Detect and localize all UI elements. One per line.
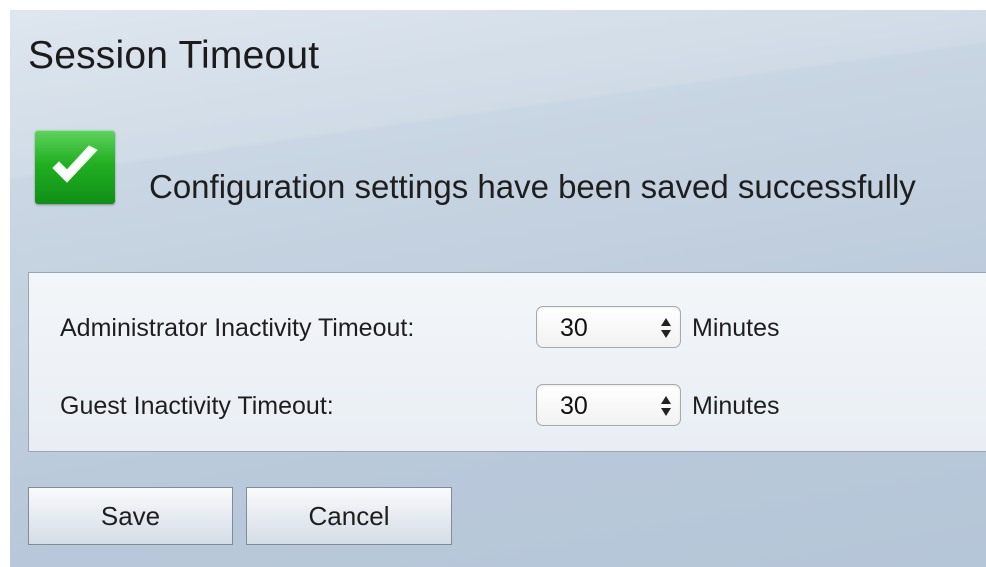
guest-timeout-label: Guest Inactivity Timeout:: [60, 392, 334, 420]
cancel-button[interactable]: Cancel: [246, 487, 452, 545]
up-down-arrows-icon[interactable]: [660, 316, 672, 340]
admin-timeout-unit: Minutes: [692, 314, 780, 342]
page-title: Session Timeout: [28, 34, 320, 77]
guest-timeout-unit: Minutes: [692, 392, 780, 420]
admin-timeout-stepper[interactable]: 30: [536, 306, 681, 348]
session-timeout-page: Session Timeout Configuration settings h…: [10, 10, 986, 567]
guest-timeout-stepper[interactable]: 30: [536, 384, 681, 426]
admin-timeout-label: Administrator Inactivity Timeout:: [60, 314, 415, 342]
guest-timeout-row: Guest Inactivity Timeout: 30 Minutes: [29, 384, 986, 428]
checkmark-icon: [35, 130, 115, 204]
admin-timeout-row: Administrator Inactivity Timeout: 30 Min…: [29, 306, 986, 350]
up-down-arrows-icon[interactable]: [660, 394, 672, 418]
admin-timeout-value: 30: [560, 314, 588, 342]
timeout-settings-panel: Administrator Inactivity Timeout: 30 Min…: [28, 272, 986, 452]
guest-timeout-value: 30: [560, 392, 588, 420]
status-message: Configuration settings have been saved s…: [149, 168, 916, 205]
save-button[interactable]: Save: [28, 487, 233, 545]
